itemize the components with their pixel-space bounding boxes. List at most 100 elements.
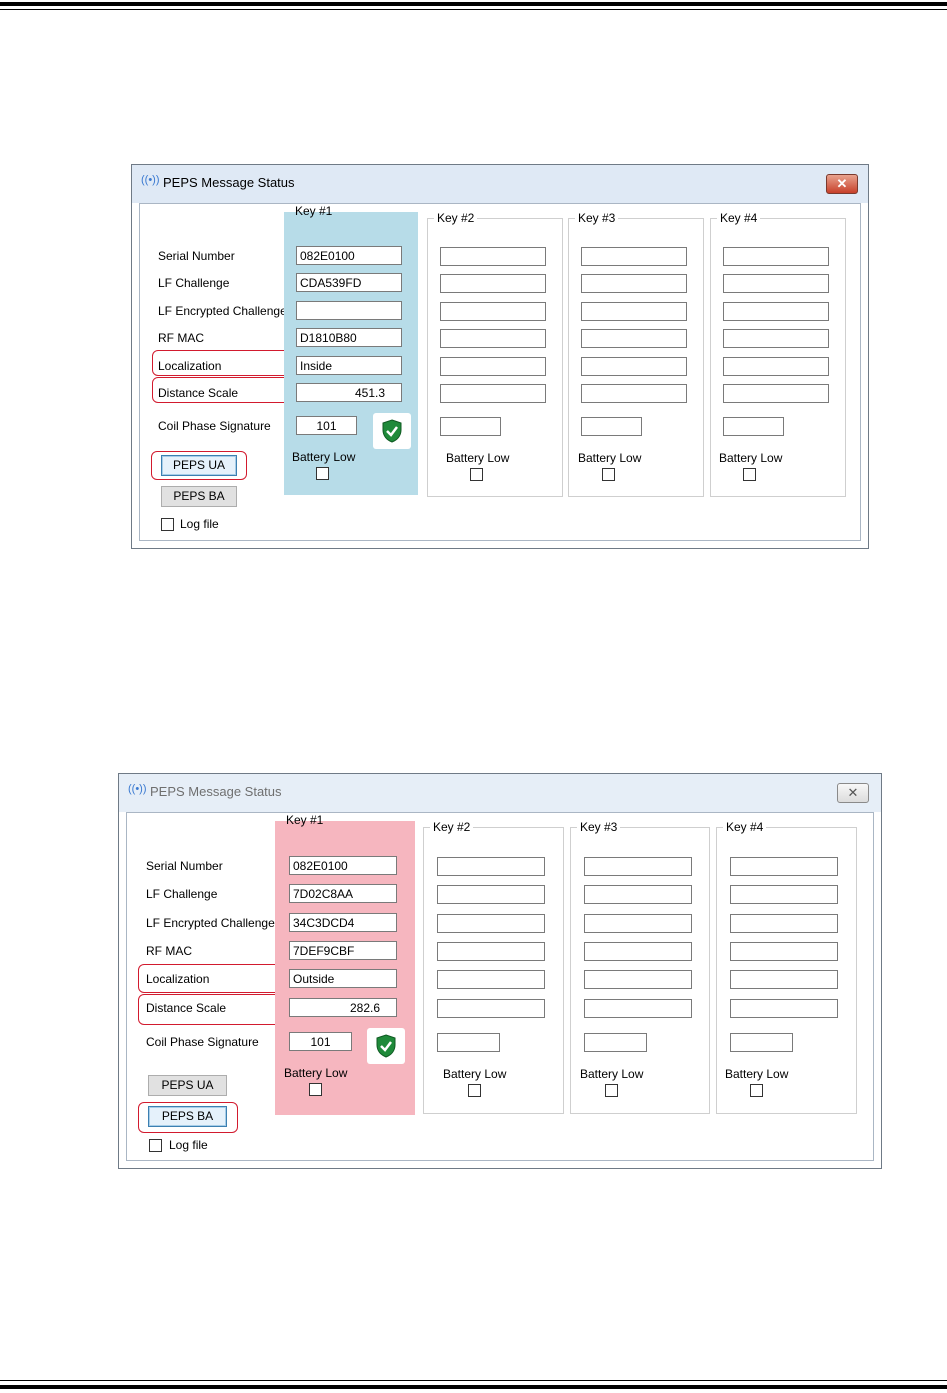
- key4-serial-number-field[interactable]: [723, 247, 829, 266]
- key1-serial-number-field[interactable]: 082E0100: [289, 856, 397, 875]
- key2-rf-mac-field[interactable]: [437, 942, 545, 961]
- key4-distance-scale-field[interactable]: [723, 384, 829, 403]
- key4-coil-phase-signature-field[interactable]: [723, 417, 784, 436]
- title-bar[interactable]: ((•)) PEPS Message Status ✕: [119, 774, 881, 812]
- label-rf-mac: RF MAC: [158, 331, 204, 345]
- key3-lf-encrypted-challenge-field[interactable]: [584, 914, 692, 933]
- page-bottom-rule-thick: [0, 1385, 947, 1389]
- window-title: PEPS Message Status: [163, 175, 295, 190]
- key2-lf-challenge-field[interactable]: [440, 274, 546, 293]
- key2-group: Key #2 Battery Low: [423, 820, 564, 1114]
- log-file-checkbox[interactable]: [149, 1139, 162, 1152]
- key1-lf-challenge-field[interactable]: 7D02C8AA: [289, 884, 397, 903]
- peps-ba-button[interactable]: PEPS BA: [161, 486, 237, 507]
- key2-lf-challenge-field[interactable]: [437, 885, 545, 904]
- key3-coil-phase-signature-field[interactable]: [581, 417, 642, 436]
- key4-localization-field[interactable]: [723, 357, 829, 376]
- key2-localization-field[interactable]: [440, 357, 546, 376]
- key1-battery-low-checkbox[interactable]: [309, 1083, 322, 1096]
- key1-rf-mac-field[interactable]: D1810B80: [296, 328, 402, 347]
- key1-group: Key #1 082E0100 7D02C8AA 34C3DCD4 7DEF9C…: [275, 813, 415, 1115]
- peps-message-status-window-outside: ((•)) PEPS Message Status ✕ Serial Numbe…: [118, 773, 882, 1169]
- key3-battery-low-label: Battery Low: [578, 451, 642, 465]
- close-button[interactable]: ✕: [837, 783, 869, 803]
- key4-lf-challenge-field[interactable]: [730, 885, 838, 904]
- page-top-rule-thin: [0, 9, 947, 10]
- key1-coil-phase-signature-field[interactable]: 101: [296, 416, 357, 435]
- key4-lf-encrypted-challenge-field[interactable]: [723, 302, 829, 321]
- key3-localization-field[interactable]: [581, 357, 687, 376]
- key4-localization-field[interactable]: [730, 970, 838, 989]
- key3-lf-challenge-field[interactable]: [581, 274, 687, 293]
- log-file-checkbox[interactable]: [161, 518, 174, 531]
- key1-distance-scale-field[interactable]: 282.6: [289, 998, 397, 1017]
- key2-battery-low-checkbox[interactable]: [468, 1084, 481, 1097]
- key4-battery-low-checkbox[interactable]: [743, 468, 756, 481]
- window-title: PEPS Message Status: [150, 784, 282, 799]
- label-lf-encrypted-challenge: LF Encrypted Challenge: [146, 916, 275, 930]
- key1-distance-scale-field[interactable]: 451.3: [296, 383, 402, 402]
- key2-lf-encrypted-challenge-field[interactable]: [440, 302, 546, 321]
- key2-serial-number-field[interactable]: [437, 857, 545, 876]
- key4-battery-low-checkbox[interactable]: [750, 1084, 763, 1097]
- peps-ba-button[interactable]: PEPS BA: [148, 1106, 227, 1127]
- key3-coil-phase-signature-field[interactable]: [584, 1033, 647, 1052]
- key2-distance-scale-field[interactable]: [437, 999, 545, 1018]
- key1-battery-low-checkbox[interactable]: [316, 467, 329, 480]
- key2-group: Key #2 Battery Low: [427, 211, 563, 497]
- key2-lf-encrypted-challenge-field[interactable]: [437, 914, 545, 933]
- key2-coil-phase-signature-field[interactable]: [437, 1033, 500, 1052]
- key1-label: Key #1: [286, 813, 324, 827]
- key3-distance-scale-field[interactable]: [584, 999, 692, 1018]
- key4-group: Key #4 Battery Low: [716, 820, 857, 1114]
- key3-battery-low-checkbox[interactable]: [605, 1084, 618, 1097]
- key2-battery-low-checkbox[interactable]: [470, 468, 483, 481]
- key3-lf-challenge-field[interactable]: [584, 885, 692, 904]
- key3-serial-number-field[interactable]: [581, 247, 687, 266]
- key2-localization-field[interactable]: [437, 970, 545, 989]
- close-button[interactable]: ✕: [826, 174, 858, 194]
- title-bar[interactable]: ((•)) PEPS Message Status ✕: [132, 165, 868, 203]
- peps-ua-button[interactable]: PEPS UA: [161, 455, 237, 476]
- shield-check-icon: [367, 1028, 405, 1064]
- page-top-rule-thick: [0, 2, 947, 6]
- key3-localization-field[interactable]: [584, 970, 692, 989]
- key4-lf-challenge-field[interactable]: [723, 274, 829, 293]
- label-distance-scale: Distance Scale: [158, 386, 239, 400]
- key4-group: Key #4 Battery Low: [710, 211, 846, 497]
- key3-lf-encrypted-challenge-field[interactable]: [581, 302, 687, 321]
- key2-distance-scale-field[interactable]: [440, 384, 546, 403]
- label-coil-phase-signature: Coil Phase Signature: [158, 419, 271, 433]
- key3-battery-low-label: Battery Low: [580, 1067, 644, 1081]
- key3-serial-number-field[interactable]: [584, 857, 692, 876]
- key3-group: Key #3 Battery Low: [570, 820, 710, 1114]
- key1-coil-phase-signature-field[interactable]: 101: [289, 1032, 352, 1051]
- key4-distance-scale-field[interactable]: [730, 999, 838, 1018]
- key2-rf-mac-field[interactable]: [440, 329, 546, 348]
- key3-label: Key #3: [577, 820, 621, 834]
- peps-message-status-window-inside: ((•)) PEPS Message Status ✕ Serial Numbe…: [131, 164, 869, 549]
- key1-lf-encrypted-challenge-field[interactable]: [296, 301, 402, 320]
- key4-rf-mac-field[interactable]: [723, 329, 829, 348]
- key4-rf-mac-field[interactable]: [730, 942, 838, 961]
- label-coil-phase-signature: Coil Phase Signature: [146, 1035, 259, 1049]
- key2-serial-number-field[interactable]: [440, 247, 546, 266]
- key1-localization-field[interactable]: Outside: [289, 969, 397, 988]
- key2-coil-phase-signature-field[interactable]: [440, 417, 501, 436]
- key3-rf-mac-field[interactable]: [581, 329, 687, 348]
- key4-lf-encrypted-challenge-field[interactable]: [730, 914, 838, 933]
- key3-rf-mac-field[interactable]: [584, 942, 692, 961]
- key1-lf-encrypted-challenge-field[interactable]: 34C3DCD4: [289, 913, 397, 932]
- peps-ua-button[interactable]: PEPS UA: [148, 1075, 227, 1096]
- label-serial-number: Serial Number: [146, 859, 223, 873]
- key3-battery-low-checkbox[interactable]: [602, 468, 615, 481]
- signal-icon: ((•)): [128, 783, 147, 795]
- key4-serial-number-field[interactable]: [730, 857, 838, 876]
- key1-rf-mac-field[interactable]: 7DEF9CBF: [289, 941, 397, 960]
- key1-localization-field[interactable]: Inside: [296, 356, 402, 375]
- key1-label: Key #1: [295, 204, 333, 218]
- key3-distance-scale-field[interactable]: [581, 384, 687, 403]
- key4-coil-phase-signature-field[interactable]: [730, 1033, 793, 1052]
- key1-lf-challenge-field[interactable]: CDA539FD: [296, 273, 402, 292]
- key1-serial-number-field[interactable]: 082E0100: [296, 246, 402, 265]
